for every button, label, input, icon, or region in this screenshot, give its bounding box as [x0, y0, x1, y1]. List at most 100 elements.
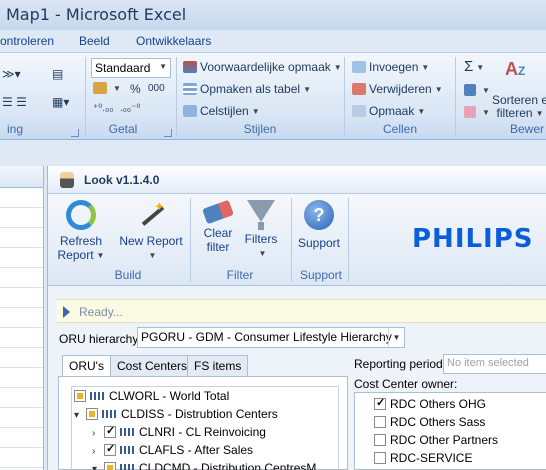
worksheet-grid[interactable]: [0, 166, 44, 470]
status-text: Ready...: [79, 305, 123, 319]
currency-icon[interactable]: ▼: [93, 81, 121, 95]
hierarchy-icon: [120, 428, 136, 436]
oru-tree: CLWORL - World Total ▾ CLDISS - Distrubti…: [58, 376, 348, 470]
group-filter-label: Filter: [226, 268, 254, 282]
chevron-right-icon[interactable]: ›: [92, 446, 104, 457]
tree-node[interactable]: CLWORL - World Total: [74, 389, 229, 403]
tab-orus[interactable]: ORU's: [62, 355, 111, 377]
format-button[interactable]: Opmaak ▼: [352, 104, 425, 118]
tab-developer[interactable]: Ontwikkelaars: [136, 34, 211, 48]
number-format-select[interactable]: Standaard ▼: [91, 58, 171, 78]
fill-icon[interactable]: ▼: [464, 83, 490, 97]
conditional-formatting-icon: [183, 61, 197, 73]
refresh-report-button[interactable]: Refresh Report ▼: [56, 200, 106, 263]
list-item[interactable]: RDC Others OHG: [374, 396, 486, 411]
hierarchy-icon: [120, 446, 136, 454]
chevron-right-icon[interactable]: ›: [92, 428, 104, 439]
insert-button[interactable]: Invoegen ▼: [352, 60, 429, 74]
pane-title-bar: Look v1.1.4.0: [48, 166, 546, 194]
alignment-launcher-icon[interactable]: [71, 129, 79, 137]
number-launcher-icon[interactable]: [164, 129, 172, 137]
wrap-text-icon[interactable]: ▤: [52, 67, 63, 81]
list-item[interactable]: RDC Others Sass: [374, 415, 485, 429]
decrease-decimal-icon[interactable]: .₀₀⁻⁰: [120, 103, 140, 114]
chevron-down-icon[interactable]: ▾: [74, 410, 86, 421]
conditional-formatting-button[interactable]: Voorwaardelijke opmaak ▼: [183, 60, 342, 74]
tree-node[interactable]: ›CLNRI - CL Reinvoicing: [92, 424, 266, 439]
increase-decimal-icon[interactable]: ⁺⁰.₀₀: [93, 103, 113, 114]
status-bar: Ready...: [57, 299, 546, 323]
refresh-icon: [66, 200, 96, 230]
align-icons[interactable]: ☰ ☰: [2, 95, 27, 109]
tab-view[interactable]: Beeld: [79, 34, 110, 48]
cell-styles-button[interactable]: Celstijlen ▼: [183, 104, 260, 118]
list-item[interactable]: RDC Other Partners: [374, 433, 498, 447]
thousands-button[interactable]: 000: [148, 83, 165, 94]
owner-checkbox[interactable]: [374, 434, 386, 446]
chevron-down-icon[interactable]: ▾: [92, 464, 104, 470]
magic-wand-icon: ✦: [136, 200, 166, 230]
autosum-icon[interactable]: Σ ▼: [464, 58, 484, 75]
delete-button[interactable]: Verwijderen ▼: [352, 82, 443, 96]
format-icon: [352, 105, 366, 117]
list-item[interactable]: RDC-SERVICE: [374, 451, 472, 465]
ribbon-tabs: ontroleren Beeld Ontwikkelaars: [0, 30, 546, 52]
cost-center-owner-list: RDC Others OHG RDC Others Sass RDC Other…: [354, 392, 546, 470]
tab-cost-centers[interactable]: Cost Centers: [110, 355, 195, 376]
clear-filter-button[interactable]: Clear filter: [198, 199, 238, 254]
ribbon: ≫▾ ☰ ☰ ▤ ▦▾ ing Standaard ▼ ▼ % 000 ⁺⁰.₀…: [0, 52, 546, 140]
tree-checkbox[interactable]: [104, 424, 116, 438]
delete-icon: [352, 83, 366, 95]
chevron-down-icon[interactable]: ▼: [388, 328, 404, 347]
table-icon: [183, 83, 197, 95]
group-build-label: Build: [114, 268, 142, 282]
cost-center-owner-label: Cost Center owner:: [354, 377, 458, 391]
tree-node[interactable]: ▾ CLDISS - Distrubtion Centers: [74, 407, 278, 421]
oru-hierarchy-select[interactable]: PGORU - GDM - Consumer Lifestyle Hierarc…: [137, 327, 405, 348]
user-icon: [60, 172, 74, 188]
owner-checkbox[interactable]: [374, 416, 386, 428]
pane-ribbon: Refresh Report ▼ ✦ New Report ▼ Clear filt…: [48, 194, 546, 286]
insert-icon: [352, 61, 366, 73]
tree-checkbox[interactable]: [74, 390, 86, 402]
reporting-period-label: Reporting period:: [354, 357, 447, 371]
owner-checkbox[interactable]: [374, 452, 386, 464]
sort-filter-icon[interactable]: AZ: [505, 59, 525, 80]
window-title: Map1 - Microsoft Excel: [6, 5, 187, 24]
tree-node[interactable]: ›CLAFLS - After Sales: [92, 442, 253, 457]
group-cells-label: Cellen: [382, 122, 418, 136]
eraser-icon: [202, 199, 234, 225]
support-button[interactable]: ? Support: [296, 200, 342, 250]
tree-checkbox[interactable]: [104, 442, 116, 456]
clear-icon[interactable]: ▼: [464, 105, 490, 119]
help-icon: ?: [304, 200, 334, 230]
play-icon: [63, 306, 70, 318]
tab-fs-items[interactable]: FS items: [187, 355, 249, 376]
title-bar: Map1 - Microsoft Excel: [0, 0, 546, 30]
group-number-label: Getal: [108, 122, 138, 136]
look-task-pane: Look v1.1.4.0 Refresh Report ▼ ✦ New Repo…: [47, 166, 546, 470]
group-styles-label: Stijlen: [243, 122, 277, 136]
merge-icon[interactable]: ▦▾: [52, 95, 69, 109]
tree-checkbox[interactable]: [86, 408, 98, 420]
pane-title: Look v1.1.4.0: [84, 173, 160, 187]
owner-checkbox[interactable]: [374, 396, 386, 410]
indent-icon[interactable]: ≫▾: [2, 67, 21, 81]
percent-button[interactable]: %: [130, 82, 141, 96]
group-support-label: Support: [299, 268, 343, 282]
oru-hierarchy-label: ORU hierarchy:: [59, 332, 142, 346]
tree-checkbox[interactable]: [104, 462, 116, 470]
filters-button[interactable]: Filters ▼: [241, 200, 281, 261]
group-editing-label: Bewer: [510, 122, 545, 136]
tab-review[interactable]: ontroleren: [0, 34, 54, 48]
sort-filter-button[interactable]: Sorteren e filteren ▼: [492, 94, 546, 120]
funnel-icon: [247, 200, 275, 222]
format-as-table-button[interactable]: Opmaken als tabel ▼: [183, 82, 311, 96]
cell-styles-icon: [183, 105, 197, 117]
hierarchy-icon: [120, 464, 136, 470]
tree-node[interactable]: ▾ CLDCMD - Distribution CentresM: [92, 461, 316, 470]
philips-logo: PHILIPS: [412, 224, 534, 254]
new-report-button[interactable]: ✦ New Report ▼: [119, 200, 183, 263]
reporting-period-field[interactable]: No item selected: [443, 354, 546, 374]
formula-bar-area: [0, 141, 546, 166]
